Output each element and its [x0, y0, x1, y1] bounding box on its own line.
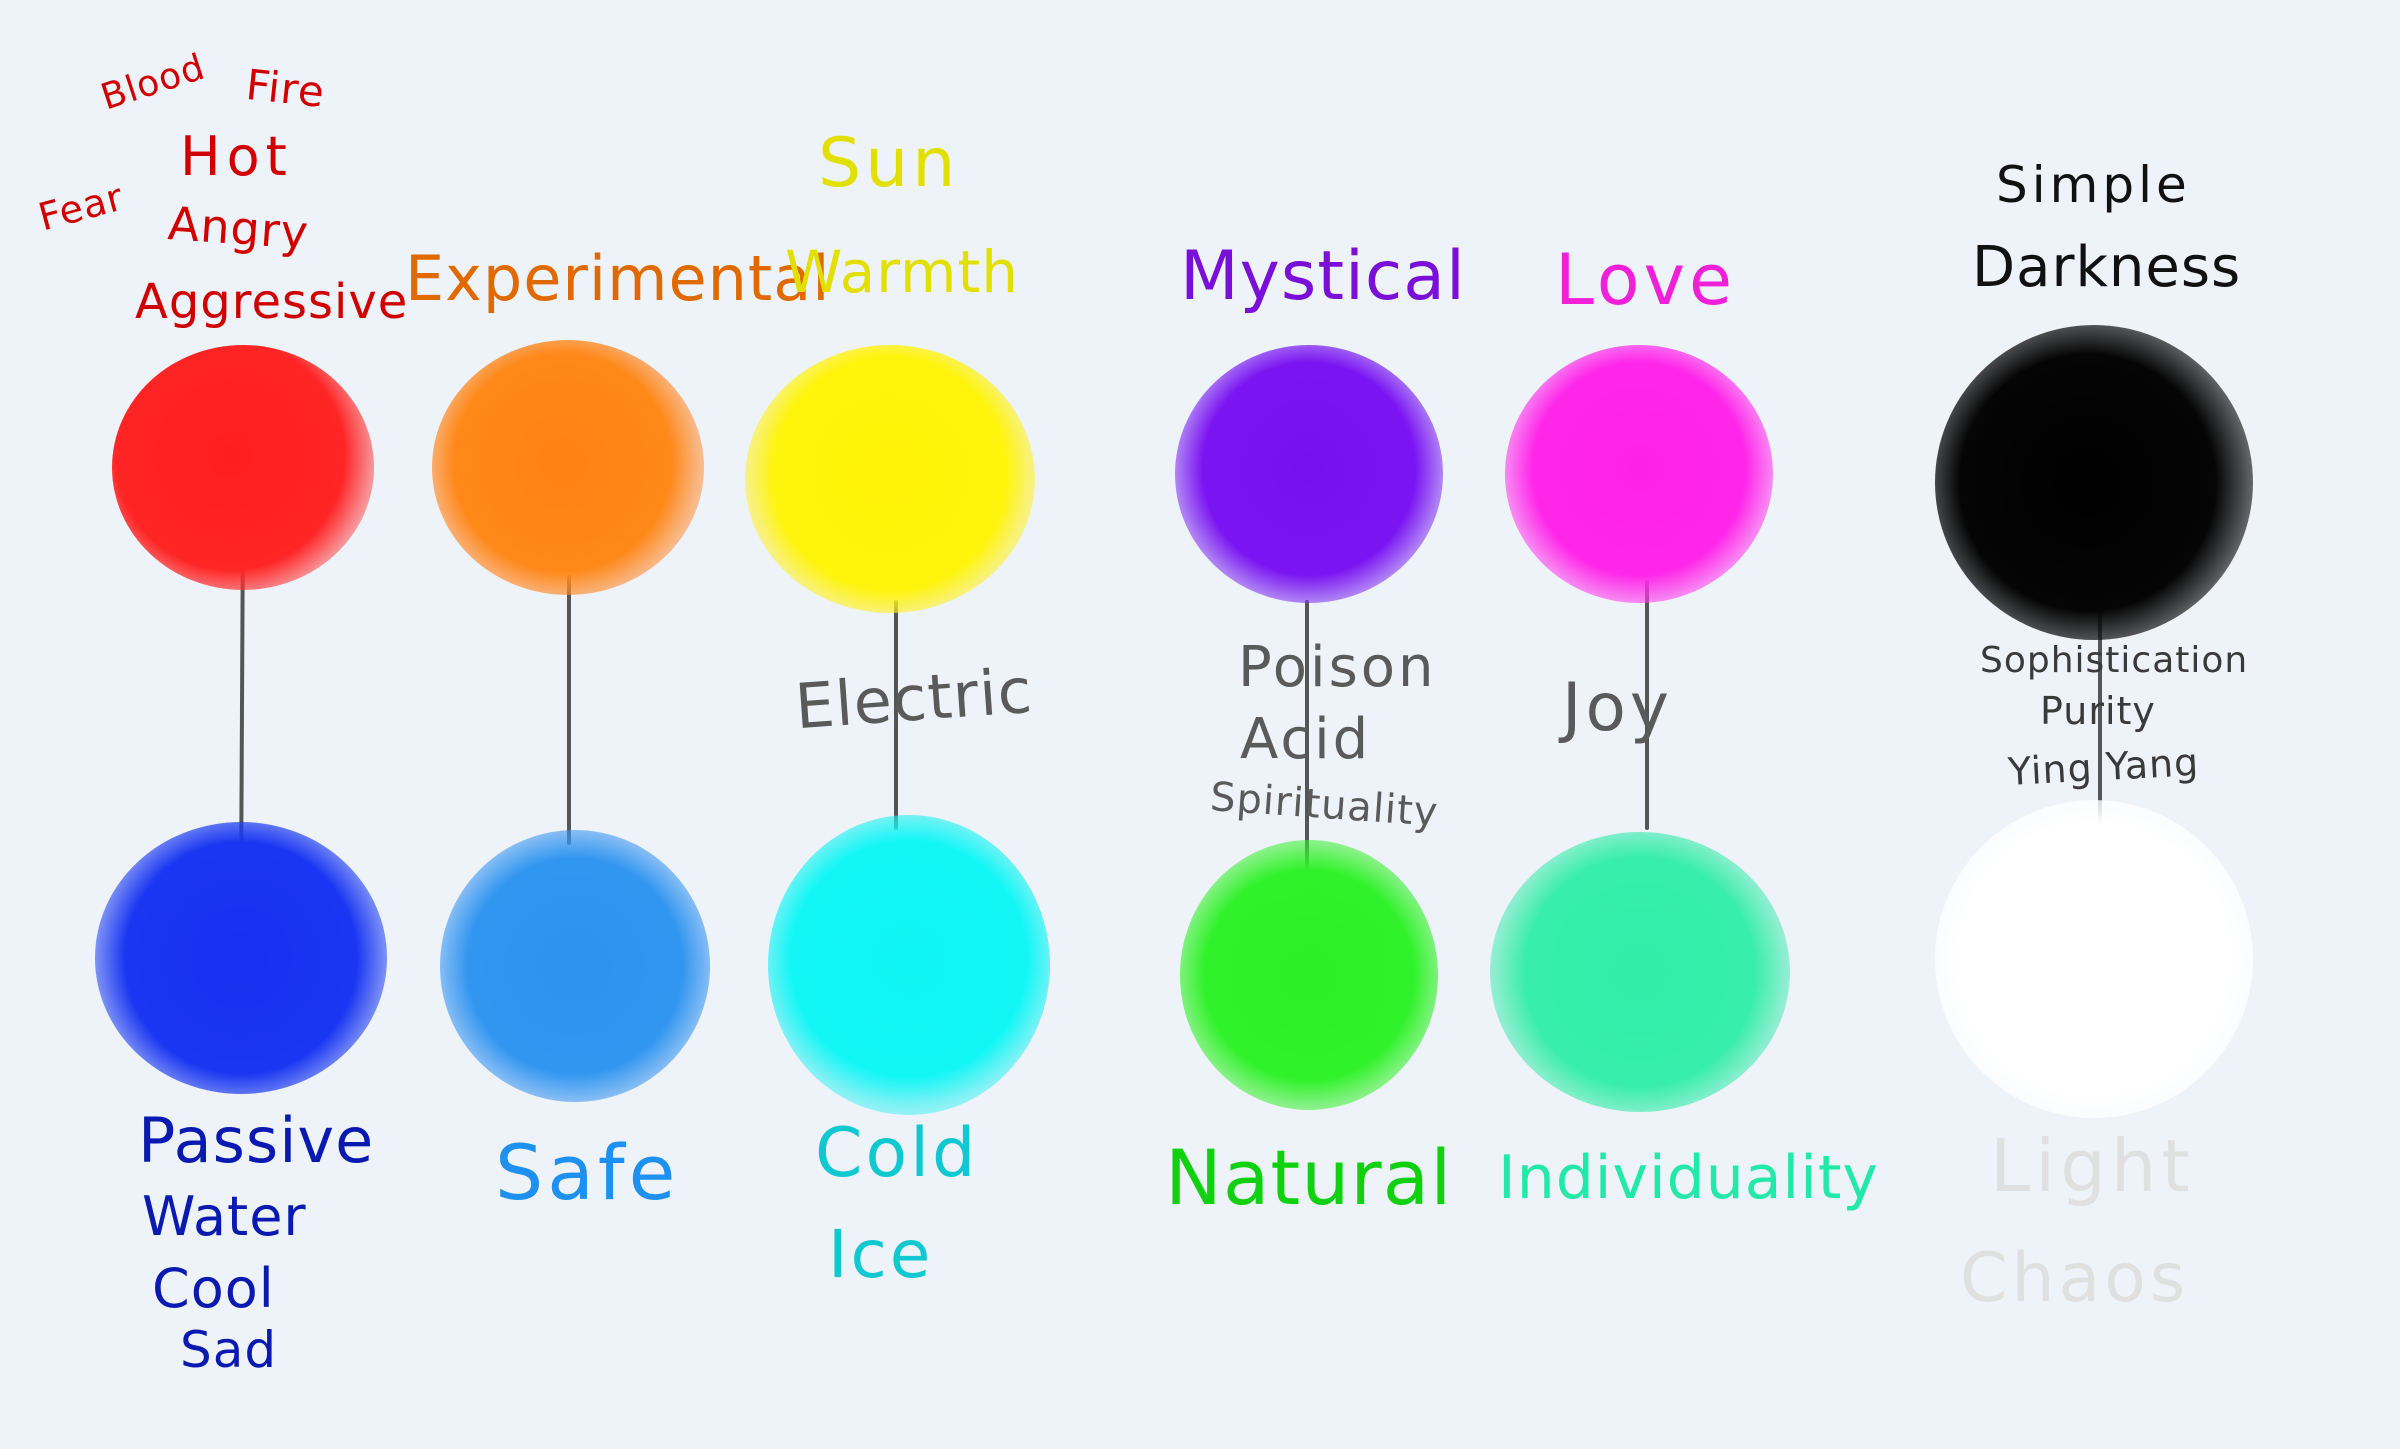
- red-color-blob: [112, 345, 374, 590]
- word-hot: Hot: [180, 125, 293, 188]
- word-cold: Cold: [815, 1114, 979, 1193]
- purple-color-blob: [1175, 345, 1443, 603]
- word-passive: Passive: [138, 1104, 375, 1177]
- word-fire: Fire: [243, 60, 328, 117]
- word-electric: Electric: [792, 653, 1035, 744]
- word-acid: Acid: [1240, 707, 1372, 772]
- word-mystical: Mystical: [1180, 237, 1466, 316]
- word-poison: Poison: [1238, 635, 1437, 700]
- green-color-blob: [1180, 840, 1438, 1110]
- word-angry: Angry: [166, 196, 311, 260]
- word-joy: Joy: [1562, 669, 1673, 746]
- word-aggressive: Aggressive: [135, 274, 409, 330]
- word-cool: Cool: [152, 1257, 275, 1320]
- word-sophistication: Sophistication: [1980, 640, 2249, 681]
- pink-color-blob: [1505, 345, 1773, 603]
- word-warmth: Warmth: [785, 238, 1020, 306]
- word-spirituality: Spirituality: [1208, 774, 1440, 836]
- word-chaos: Chaos: [1960, 1239, 2190, 1318]
- word-darkness: Darkness: [1972, 235, 2242, 300]
- word-ying-yang: Ying Yang: [2006, 740, 2201, 794]
- light-blue-color-blob: [440, 830, 710, 1102]
- color-meanings-canvas: Blood Fire Fear Hot Angry Aggressive Pas…: [0, 0, 2400, 1449]
- word-experimental: Experimental: [405, 242, 831, 315]
- orange-color-blob: [432, 340, 704, 595]
- word-sun: Sun: [818, 124, 960, 203]
- word-simple: Simple: [1996, 156, 2191, 214]
- word-light: Light: [1990, 1124, 2195, 1208]
- word-individuality: Individuality: [1498, 1143, 1879, 1213]
- word-purity: Purity: [2040, 689, 2156, 733]
- blue-color-blob: [95, 822, 387, 1094]
- white-color-blob: [1935, 800, 2253, 1118]
- word-blood: Blood: [96, 46, 211, 119]
- yellow-color-blob: [745, 345, 1035, 613]
- cyan-color-blob: [768, 815, 1050, 1115]
- word-safe: Safe: [495, 1128, 680, 1217]
- word-natural: Natural: [1165, 1133, 1453, 1222]
- word-water: Water: [142, 1185, 307, 1248]
- word-love: Love: [1555, 239, 1737, 321]
- black-color-blob: [1935, 325, 2253, 640]
- word-sad: Sad: [180, 1321, 278, 1379]
- connector-red-blue: [239, 559, 245, 851]
- word-fear: Fear: [33, 174, 129, 240]
- word-ice: Ice: [828, 1216, 934, 1293]
- connector-orange-lightblue: [567, 575, 571, 845]
- teal-color-blob: [1490, 832, 1790, 1112]
